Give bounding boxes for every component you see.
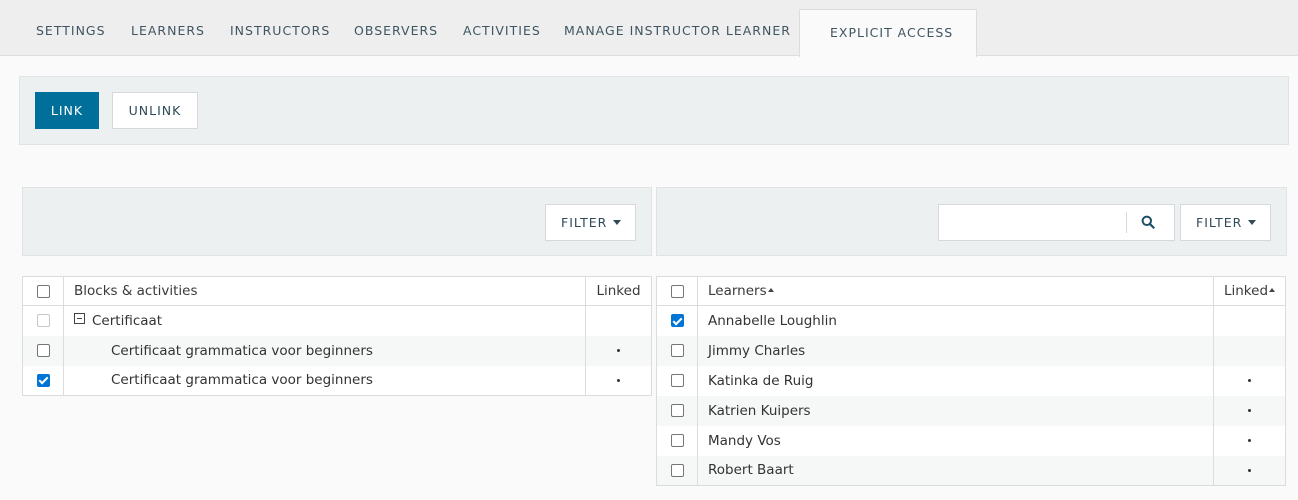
collapse-icon[interactable] [74,313,85,325]
row-checkbox[interactable] [36,373,50,387]
row-checkbox[interactable] [670,314,684,328]
column-header-linked[interactable]: Linked [1213,276,1286,306]
learner-name: Annabelle Loughlin [697,305,1214,336]
linked-dot-icon [617,378,620,382]
activities-filter-button[interactable]: FILTER [545,204,636,241]
row-checkbox[interactable] [670,344,684,357]
table-row: Katinka de Ruig [656,365,1286,396]
select-all-cell [22,276,64,306]
learner-name: Katrien Kuipers [697,395,1214,426]
learners-filter-button[interactable]: FILTER [1180,204,1271,241]
search-icon[interactable] [1141,215,1155,229]
select-all-cell [656,276,698,306]
table-row: Katrien Kuipers [656,395,1286,426]
table-row: Robert Baart [656,455,1286,486]
column-header-linked[interactable]: Linked [585,276,652,306]
filter-label: FILTER [561,215,608,230]
linked-cell [1213,425,1286,456]
linked-dot-icon [1248,409,1251,412]
tab-manage-instructor-learner[interactable]: MANAGE INSTRUCTOR LEARNER [564,0,791,56]
select-all-checkbox[interactable] [36,284,50,298]
sort-ascending-icon [767,288,774,292]
caret-down-icon [613,220,622,225]
activities-table: Blocks & activities Linked Certificaat C… [22,276,652,396]
tab-observers[interactable]: OBSERVERS [354,0,438,56]
group-name: Certificaat [92,312,163,329]
action-toolbar: LINK UNLINK [19,76,1289,145]
tab-activities[interactable]: ACTIVITIES [463,0,541,56]
learners-table: Learners Linked Annabelle Loughlin Jimmy… [656,276,1286,486]
linked-cell [1213,305,1286,336]
unlink-button[interactable]: UNLINK [112,92,198,129]
linked-cell [1213,455,1286,486]
tab-settings[interactable]: SETTINGS [36,0,106,56]
row-checkbox [36,314,50,328]
row-checkbox[interactable] [670,434,684,447]
tab-explicit-access[interactable]: EXPLICIT ACCESS [799,9,977,57]
linked-header-label: Linked [1223,283,1269,299]
learner-name: Katinka de Ruig [697,365,1214,396]
link-button[interactable]: LINK [35,92,99,129]
table-row: Certificaat grammatica voor beginners [22,335,652,366]
learners-header-label: Learners [708,283,767,299]
filter-label: FILTER [1196,215,1243,230]
row-checkbox[interactable] [670,374,684,387]
tab-instructors[interactable]: INSTRUCTORS [230,0,330,56]
linked-dot-icon [1248,379,1251,382]
sort-ascending-icon [1269,288,1276,292]
row-checkbox[interactable] [670,404,684,417]
learner-name: Mandy Vos [697,425,1214,456]
learners-filter-panel: FILTER [656,187,1287,256]
learner-search-box [938,204,1175,241]
table-header-row: Blocks & activities Linked [22,276,652,306]
column-header-blocks-activities[interactable]: Blocks & activities [63,276,586,306]
activities-filter-panel: FILTER [22,187,652,256]
table-header-row: Learners Linked [656,276,1286,306]
linked-cell [585,365,652,396]
tab-bar: SETTINGS LEARNERS INSTRUCTORS OBSERVERS … [0,0,1298,57]
table-row: Mandy Vos [656,425,1286,456]
table-row: Jimmy Charles [656,335,1286,366]
linked-cell [585,335,652,366]
row-checkbox[interactable] [36,344,50,357]
row-checkbox[interactable] [670,463,684,477]
linked-cell [1213,335,1286,366]
linked-dot-icon [617,349,620,352]
linked-dot-icon [1248,468,1251,472]
tab-learners[interactable]: LEARNERS [131,0,205,56]
table-row: Certificaat [22,305,652,336]
select-all-checkbox[interactable] [670,284,684,298]
learner-name: Robert Baart [697,455,1214,486]
linked-dot-icon [1248,439,1251,442]
linked-cell [585,305,652,336]
table-row: Annabelle Loughlin [656,305,1286,336]
activity-name: Certificaat grammatica voor beginners [63,335,586,366]
table-row: Certificaat grammatica voor beginners [22,365,652,396]
activity-name: Certificaat grammatica voor beginners [63,365,586,396]
linked-cell [1213,395,1286,426]
linked-cell [1213,365,1286,396]
learner-name: Jimmy Charles [697,335,1214,366]
caret-down-icon [1248,220,1257,225]
search-divider [1126,212,1127,233]
column-header-learners[interactable]: Learners [697,276,1214,306]
search-input[interactable] [940,206,1124,239]
